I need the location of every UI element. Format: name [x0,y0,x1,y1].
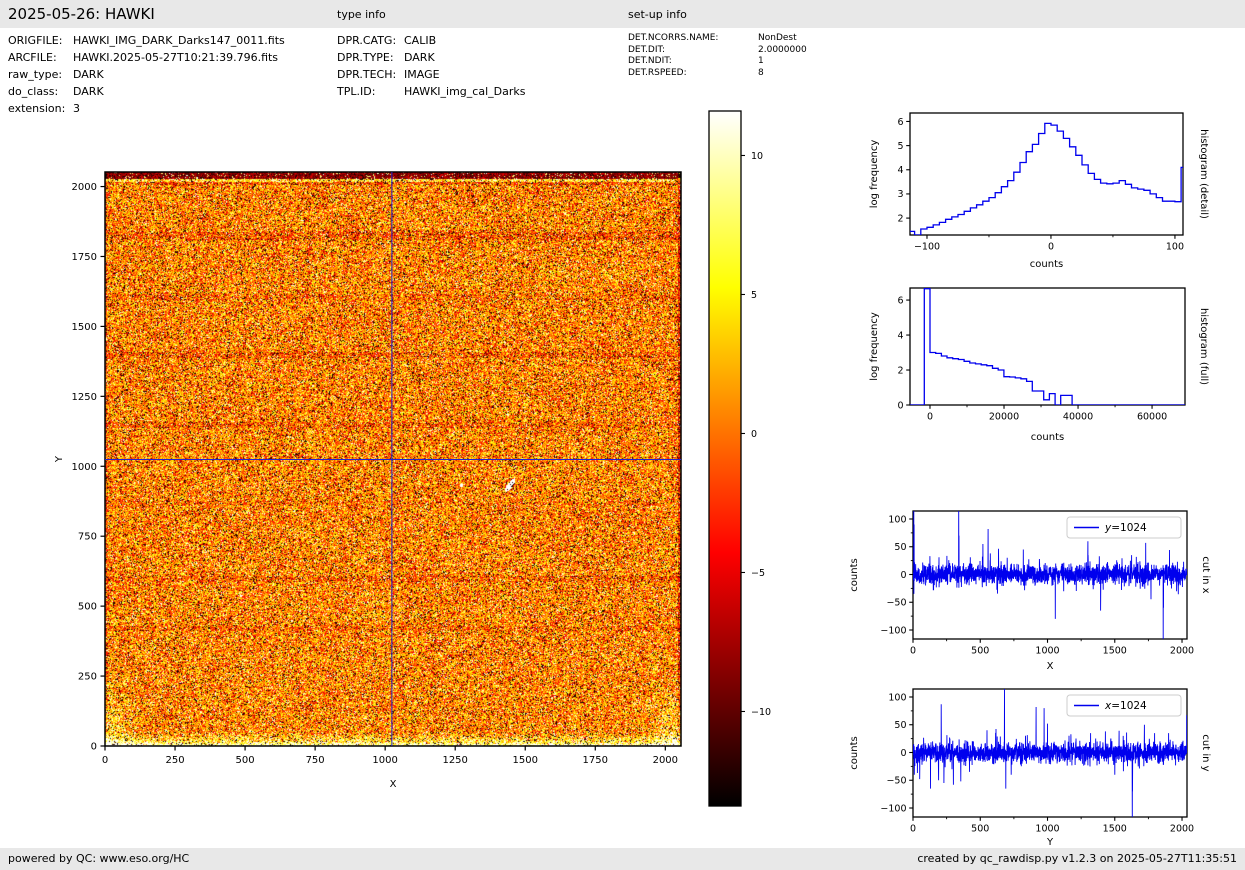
svg-text:cut in x: cut in x [1200,556,1211,593]
svg-text:Y: Y [54,455,65,463]
svg-text:0: 0 [91,742,97,753]
hist_full-line [910,288,1185,405]
cut_x-chart: 0 500 1000 1500 2000100500−50−100Xcounts cut … [849,510,1211,672]
svg-text:cut in y: cut in y [1200,734,1211,771]
svg-text:−50: −50 [886,776,906,787]
svg-text:0: 0 [897,400,903,411]
svg-text:log frequency: log frequency [869,140,880,209]
svg-text:−100: −100 [880,803,906,814]
svg-text:250: 250 [78,672,97,683]
svg-text:100: 100 [1166,242,1184,253]
svg-text:50: 50 [894,542,906,553]
svg-text:50: 50 [894,720,906,731]
svg-text:500: 500 [236,755,255,766]
svg-text:x=1024: x=1024 [1104,700,1147,712]
svg-text:2: 2 [897,365,903,376]
charts-overlay: 0 250 500 750 1000 1250 1500 1750 20000250500750… [54,110,1211,848]
svg-text:0: 0 [102,755,108,766]
svg-text:2000: 2000 [653,755,678,766]
svg-text:750: 750 [306,755,325,766]
svg-text:0: 0 [900,748,906,759]
svg-text:1500: 1500 [513,755,538,766]
svg-text:histogram (full): histogram (full) [1198,308,1209,385]
svg-text:5: 5 [897,141,903,152]
svg-text:500: 500 [971,646,989,657]
svg-text:counts: counts [849,558,860,591]
svg-text:1500: 1500 [1103,824,1127,835]
svg-text:0: 0 [1048,242,1054,253]
svg-text:0: 0 [751,429,757,440]
cut_y-chart: 0 500 1000 1500 2000100500−50−100Ycounts cut … [849,688,1211,848]
svg-text:0: 0 [900,570,906,581]
svg-text:6: 6 [897,117,903,128]
main-image-axes: 0 250 500 750 1000 1250 1500 1750 2000 0 250 500 750… [54,171,682,790]
svg-text:4: 4 [897,330,903,341]
svg-text:−50: −50 [886,598,906,609]
svg-text:−100: −100 [880,625,906,636]
svg-text:counts: counts [1030,259,1063,270]
svg-text:log frequency: log frequency [869,312,880,381]
svg-text:1750: 1750 [72,252,97,263]
svg-text:10: 10 [751,151,763,162]
svg-text:−5: −5 [751,568,765,579]
svg-text:−10: −10 [751,707,771,718]
hist_detail-line [910,122,1183,235]
cut_y-legend: x=1024 [1066,694,1182,717]
svg-text:1250: 1250 [442,755,467,766]
svg-text:2000: 2000 [1170,824,1194,835]
svg-text:X: X [390,779,397,790]
svg-text:counts: counts [1031,432,1064,443]
svg-text:1000: 1000 [372,755,397,766]
svg-text:3: 3 [897,189,903,200]
svg-text:100: 100 [888,692,906,703]
svg-text:6: 6 [897,295,903,306]
hist_detail-chart: −100 0 100 2 3 4 5 6 counts log frequency histogra… [869,112,1209,270]
svg-text:1250: 1250 [72,392,97,403]
svg-text:−100: −100 [914,242,940,253]
svg-text:histogram (detail): histogram (detail) [1198,129,1209,219]
svg-text:1500: 1500 [1103,646,1127,657]
svg-text:1750: 1750 [583,755,608,766]
svg-text:2: 2 [897,213,903,224]
svg-text:750: 750 [78,532,97,543]
svg-text:100: 100 [888,514,906,525]
svg-text:2000: 2000 [72,182,97,193]
svg-text:40000: 40000 [1063,412,1093,423]
svg-text:60000: 60000 [1137,412,1167,423]
svg-text:Y: Y [1046,837,1054,848]
svg-text:5: 5 [751,290,757,301]
svg-text:0: 0 [927,412,933,423]
svg-text:250: 250 [165,755,184,766]
svg-text:0: 0 [910,824,916,835]
svg-text:2000: 2000 [1170,646,1194,657]
svg-text:1000: 1000 [72,462,97,473]
svg-text:1500: 1500 [72,322,97,333]
svg-text:X: X [1047,661,1054,672]
svg-text:500: 500 [971,824,989,835]
svg-text:500: 500 [78,602,97,613]
svg-text:0: 0 [910,646,916,657]
svg-text:1000: 1000 [1035,646,1059,657]
cut_x-legend: y=1024 [1066,516,1182,539]
colorbar-axes: 10 5 0 −5 −10 [708,110,771,807]
svg-text:1000: 1000 [1035,824,1059,835]
svg-text:4: 4 [897,165,903,176]
svg-text:y=1024: y=1024 [1104,522,1147,534]
hist_full-chart: 0 20000 40000 60000 0 2 4 6 counts log frequency h… [869,287,1209,443]
svg-text:20000: 20000 [989,412,1019,423]
qc-report-page: 2025-05-26: HAWKI type info set-up info … [0,0,1245,870]
svg-text:counts: counts [849,736,860,769]
